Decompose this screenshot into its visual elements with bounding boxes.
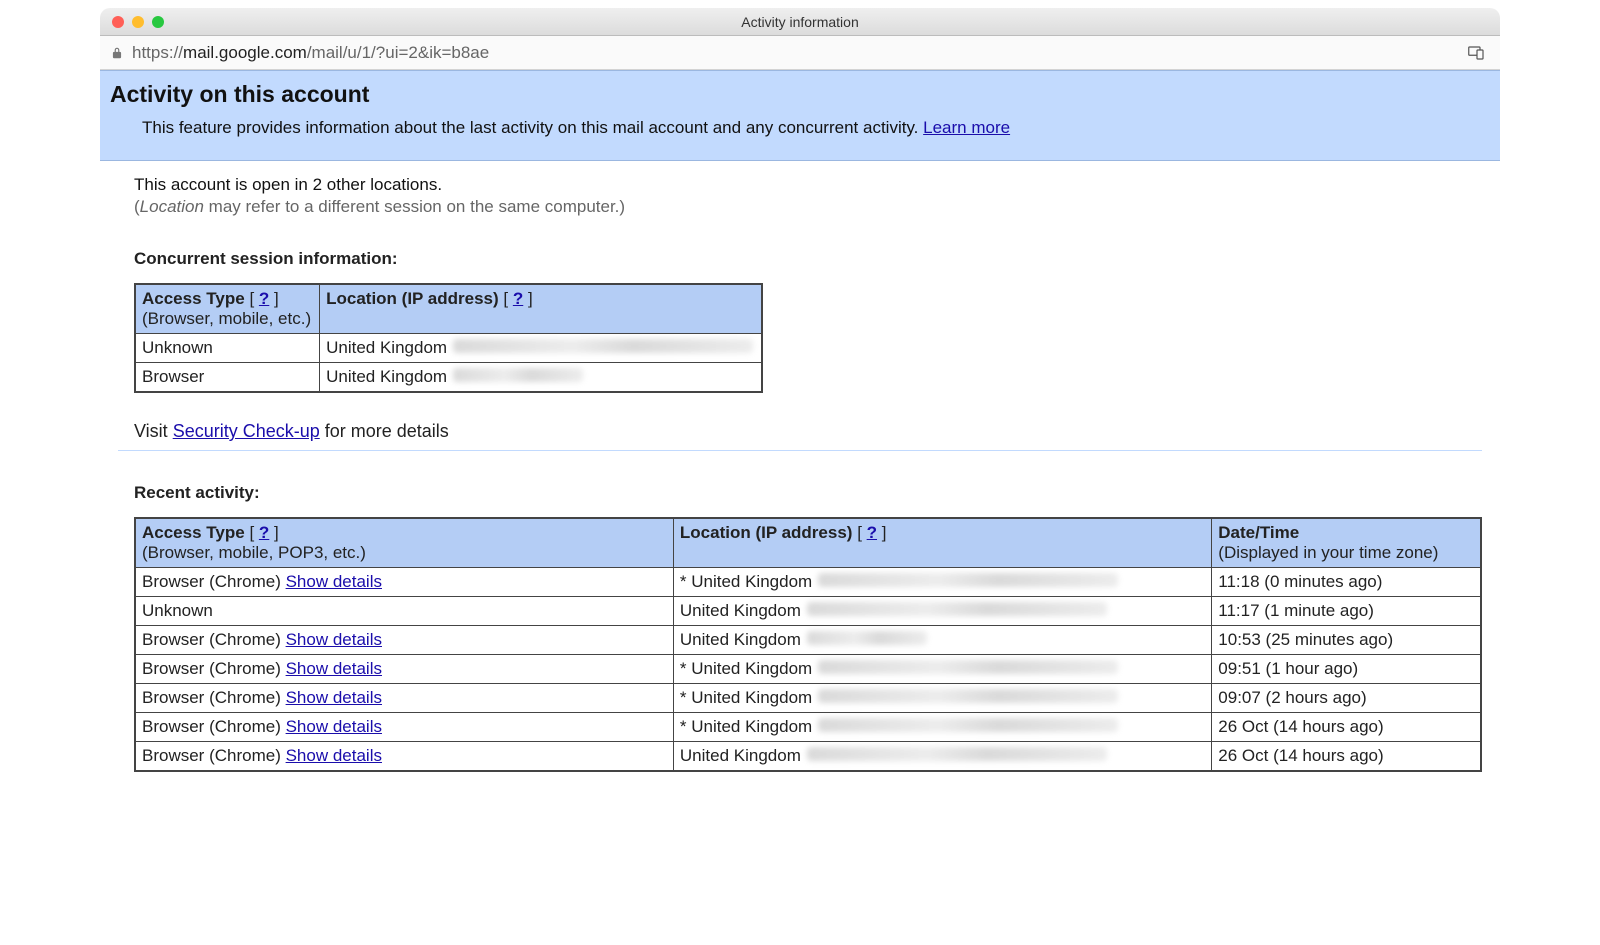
recent-location-cell: United Kingdom <box>673 597 1211 626</box>
recent-location-cell: * United Kingdom <box>673 655 1211 684</box>
security-checkup-link[interactable]: Security Check-up <box>173 421 320 441</box>
recent-access-cell: Browser (Chrome) Show details <box>135 742 673 772</box>
recent-row: Browser (Chrome) Show details* United Ki… <box>135 713 1481 742</box>
responsive-mode-icon[interactable] <box>1468 46 1486 60</box>
url-path: /mail/u/1/?ui=2&ik=b8ae <box>307 43 489 62</box>
redacted-ip <box>818 689 1118 703</box>
recent-location-cell: * United Kingdom <box>673 684 1211 713</box>
help-location-link[interactable]: ? <box>513 289 523 308</box>
session-access-cell: Browser <box>135 363 320 393</box>
session-location-cell: United Kingdom <box>320 363 762 393</box>
concurrent-session-label: Concurrent session information: <box>134 249 1482 269</box>
th-recent-access: Access Type [ ? ] (Browser, mobile, POP3… <box>135 518 673 568</box>
recent-row: UnknownUnited Kingdom11:17 (1 minute ago… <box>135 597 1481 626</box>
session-row: BrowserUnited Kingdom <box>135 363 762 393</box>
session-access-cell: Unknown <box>135 334 320 363</box>
th-recent-location: Location (IP address) [ ? ] <box>673 518 1211 568</box>
recent-row: Browser (Chrome) Show details* United Ki… <box>135 655 1481 684</box>
header-banner: Activity on this account This feature pr… <box>100 70 1500 161</box>
th-recent-date: Date/Time (Displayed in your time zone) <box>1212 518 1481 568</box>
recent-date-cell: 11:18 (0 minutes ago) <box>1212 568 1481 597</box>
recent-access-cell: Browser (Chrome) Show details <box>135 713 673 742</box>
concurrent-session-table: Access Type [ ? ] (Browser, mobile, etc.… <box>134 283 763 393</box>
recent-access-cell: Browser (Chrome) Show details <box>135 568 673 597</box>
recent-date-cell: 26 Oct (14 hours ago) <box>1212 713 1481 742</box>
show-details-link[interactable]: Show details <box>286 659 382 678</box>
th-location: Location (IP address) [ ? ] <box>320 284 762 334</box>
help-recent-location-link[interactable]: ? <box>867 523 877 542</box>
recent-location-cell: United Kingdom <box>673 626 1211 655</box>
page-description: This feature provides information about … <box>142 118 1490 138</box>
recent-activity-label: Recent activity: <box>134 483 1482 503</box>
sessions-open-text: This account is open in 2 other location… <box>134 175 1482 195</box>
url-protocol: https:// <box>132 43 183 62</box>
visit-security-line: Visit Security Check-up for more details <box>134 421 1482 442</box>
content-area: This account is open in 2 other location… <box>100 161 1500 772</box>
redacted-ip <box>818 573 1118 587</box>
recent-access-cell: Unknown <box>135 597 673 626</box>
show-details-link[interactable]: Show details <box>286 572 382 591</box>
divider <box>118 450 1482 451</box>
maximize-window-button[interactable] <box>152 16 164 28</box>
show-details-link[interactable]: Show details <box>286 630 382 649</box>
redacted-ip <box>807 631 927 645</box>
redacted-ip <box>453 368 583 382</box>
recent-row: Browser (Chrome) Show details* United Ki… <box>135 568 1481 597</box>
session-location-cell: United Kingdom <box>320 334 762 363</box>
url-text[interactable]: https://mail.google.com/mail/u/1/?ui=2&i… <box>132 43 489 63</box>
recent-date-cell: 26 Oct (14 hours ago) <box>1212 742 1481 772</box>
session-row: UnknownUnited Kingdom <box>135 334 762 363</box>
recent-row: Browser (Chrome) Show details* United Ki… <box>135 684 1481 713</box>
redacted-ip <box>453 339 753 353</box>
recent-date-cell: 09:51 (1 hour ago) <box>1212 655 1481 684</box>
address-bar: https://mail.google.com/mail/u/1/?ui=2&i… <box>100 36 1500 70</box>
redacted-ip <box>807 747 1107 761</box>
learn-more-link[interactable]: Learn more <box>923 118 1010 137</box>
show-details-link[interactable]: Show details <box>286 746 382 765</box>
redacted-ip <box>818 660 1118 674</box>
traffic-lights <box>112 16 164 28</box>
help-recent-access-link[interactable]: ? <box>259 523 269 542</box>
recent-access-cell: Browser (Chrome) Show details <box>135 626 673 655</box>
recent-date-cell: 10:53 (25 minutes ago) <box>1212 626 1481 655</box>
recent-activity-table: Access Type [ ? ] (Browser, mobile, POP3… <box>134 517 1482 772</box>
window-title: Activity information <box>100 14 1500 30</box>
minimize-window-button[interactable] <box>132 16 144 28</box>
close-window-button[interactable] <box>112 16 124 28</box>
popup-window: Activity information https://mail.google… <box>100 8 1500 772</box>
recent-access-cell: Browser (Chrome) Show details <box>135 655 673 684</box>
recent-date-cell: 11:17 (1 minute ago) <box>1212 597 1481 626</box>
recent-location-cell: United Kingdom <box>673 742 1211 772</box>
redacted-ip <box>818 718 1118 732</box>
recent-location-cell: * United Kingdom <box>673 713 1211 742</box>
recent-location-cell: * United Kingdom <box>673 568 1211 597</box>
page-title: Activity on this account <box>110 81 1490 108</box>
help-access-type-link[interactable]: ? <box>259 289 269 308</box>
show-details-link[interactable]: Show details <box>286 717 382 736</box>
recent-row: Browser (Chrome) Show detailsUnited King… <box>135 742 1481 772</box>
recent-access-cell: Browser (Chrome) Show details <box>135 684 673 713</box>
recent-date-cell: 09:07 (2 hours ago) <box>1212 684 1481 713</box>
lock-icon <box>110 46 124 60</box>
sessions-note: (Location may refer to a different sessi… <box>134 197 1482 217</box>
url-host: mail.google.com <box>183 43 307 62</box>
th-access-type: Access Type [ ? ] (Browser, mobile, etc.… <box>135 284 320 334</box>
redacted-ip <box>807 602 1107 616</box>
titlebar: Activity information <box>100 8 1500 36</box>
recent-row: Browser (Chrome) Show detailsUnited King… <box>135 626 1481 655</box>
show-details-link[interactable]: Show details <box>286 688 382 707</box>
